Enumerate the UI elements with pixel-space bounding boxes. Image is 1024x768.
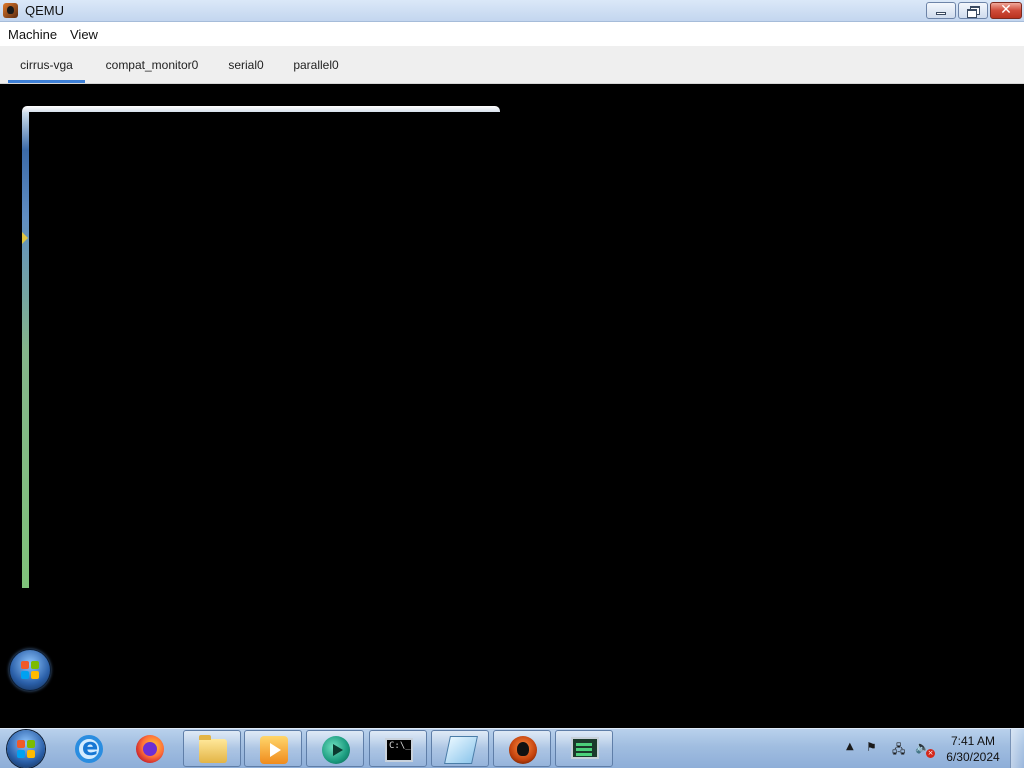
internet-explorer-icon (75, 733, 103, 763)
system-monitor-icon (571, 737, 599, 759)
show-desktop-button[interactable] (1010, 729, 1024, 768)
show-hidden-icons-chevron[interactable]: ▲ (846, 741, 854, 752)
tab-cirrus-vga[interactable]: cirrus-vga (8, 46, 85, 83)
minimize-icon (936, 12, 946, 15)
taskbar-round-app[interactable] (306, 730, 364, 767)
taskbar-file-explorer[interactable] (183, 730, 241, 767)
qemu-icon (509, 736, 537, 764)
taskbar-media-player[interactable] (244, 730, 302, 767)
taskbar-command-prompt[interactable] (369, 730, 427, 767)
windows-start-icon (17, 740, 35, 758)
tab-label: parallel0 (293, 58, 339, 72)
taskbar-qemu[interactable] (493, 730, 551, 767)
tab-parallel0[interactable]: parallel0 (284, 46, 348, 83)
notepad-icon (444, 736, 478, 764)
minimize-button[interactable] (926, 2, 956, 19)
window-titlebar[interactable]: QEMU ✕ (0, 0, 1024, 22)
taskbar: ▲ ⚑ 🖧 🔈 × 7:41 AM 6/30/2024 (0, 728, 1024, 768)
windows-orb-icon[interactable] (10, 650, 50, 690)
volume-muted-icon: × (926, 749, 935, 758)
round-app-icon (322, 736, 350, 764)
tab-label: cirrus-vga (20, 58, 73, 72)
taskbar-system-monitor[interactable] (555, 730, 613, 767)
guest-window-content[interactable] (29, 112, 500, 588)
guest-display[interactable] (0, 84, 1024, 728)
taskbar-notepad[interactable] (431, 730, 489, 767)
window-title: QEMU (25, 3, 64, 18)
file-explorer-icon (199, 735, 227, 763)
menubar: Machine View (0, 22, 1024, 46)
menu-view[interactable]: View (70, 27, 98, 42)
action-center-flag-icon[interactable]: ⚑ (866, 740, 877, 754)
tab-label: compat_monitor0 (105, 58, 199, 72)
guest-window[interactable] (22, 106, 500, 588)
notification-area: ▲ ⚑ 🖧 🔈 × 7:41 AM 6/30/2024 (840, 729, 1024, 768)
screen: QEMU ✕ Machine View cirrus-vga compat_mo… (0, 0, 1024, 768)
close-icon: ✕ (1000, 2, 1012, 18)
guest-window-frame-left (22, 112, 29, 588)
tab-compat-monitor0[interactable]: compat_monitor0 (96, 46, 208, 83)
tab-label: serial0 (228, 58, 264, 72)
cursor-arrow-icon (22, 232, 28, 244)
menu-machine[interactable]: Machine (8, 27, 57, 42)
firefox-icon (136, 735, 164, 763)
clock-time[interactable]: 7:41 AM (938, 734, 1008, 748)
windows-logo-icon (21, 661, 39, 679)
tab-bar: cirrus-vga compat_monitor0 serial0 paral… (0, 46, 1024, 84)
qemu-app-icon[interactable] (3, 3, 18, 18)
media-player-icon (260, 736, 288, 764)
taskbar-firefox[interactable] (121, 730, 179, 767)
restore-button[interactable] (958, 2, 988, 19)
clock-date[interactable]: 6/30/2024 (938, 750, 1008, 764)
close-button[interactable]: ✕ (990, 2, 1022, 19)
network-icon[interactable]: 🖧 (892, 740, 905, 761)
taskbar-internet-explorer[interactable] (60, 730, 118, 767)
restore-icon (967, 6, 980, 18)
command-prompt-icon (385, 738, 413, 762)
start-button[interactable] (7, 730, 45, 768)
tab-serial0[interactable]: serial0 (220, 46, 272, 83)
